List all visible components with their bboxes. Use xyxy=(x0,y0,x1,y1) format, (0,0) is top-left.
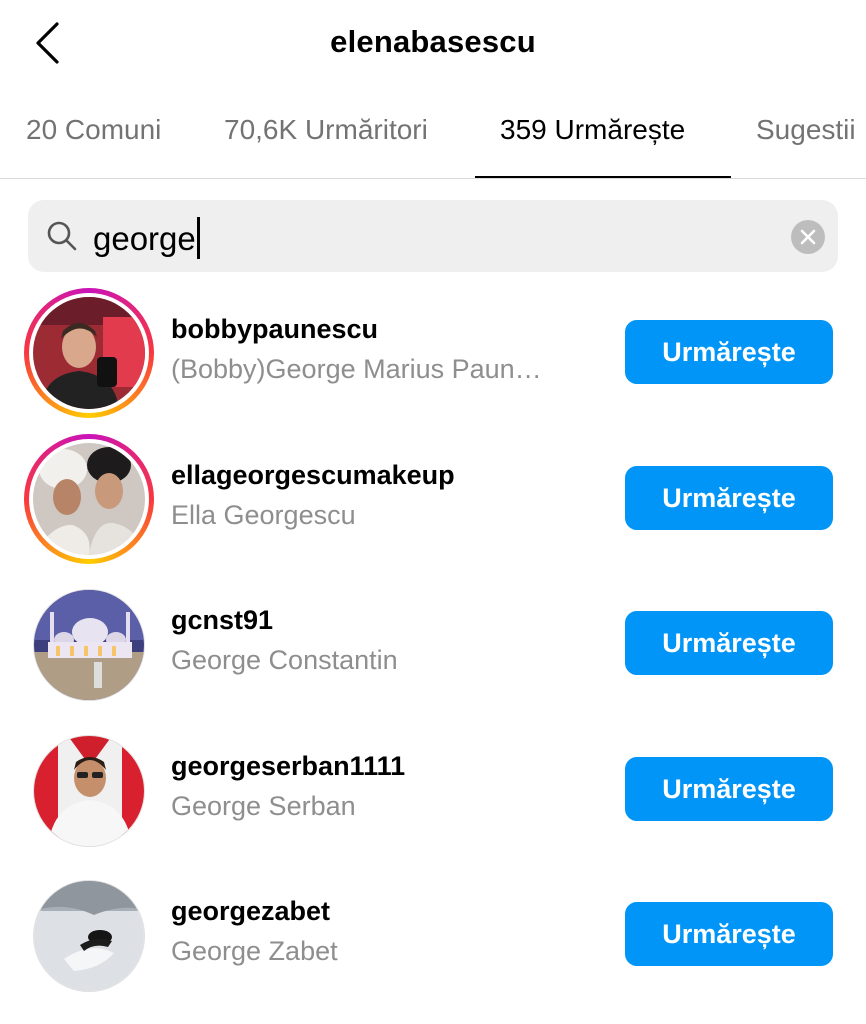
search-input[interactable]: george xyxy=(93,217,200,259)
search-field[interactable]: george xyxy=(28,200,838,272)
page-title: elenabasescu xyxy=(330,24,536,59)
clear-icon xyxy=(800,229,816,245)
tab-mutual[interactable]: 20 Comuni xyxy=(26,114,161,146)
username: georgeserban1111 xyxy=(171,751,406,781)
username: bobbypaunescu xyxy=(171,314,379,344)
active-tab-indicator xyxy=(475,176,731,178)
list-item[interactable]: georgeserban1111 George Serban Urmărește xyxy=(0,723,866,853)
search-icon xyxy=(47,221,77,251)
list-item[interactable]: bobbypaunescu (Bobby)George Marius Paun…… xyxy=(0,286,866,418)
follow-button[interactable]: Urmărește xyxy=(625,466,833,530)
text-cursor xyxy=(196,217,200,259)
tab-followers[interactable]: 70,6K Urmăritori xyxy=(224,114,428,146)
avatar xyxy=(33,297,145,409)
username: gcnst91 xyxy=(171,605,274,635)
full-name: George Serban xyxy=(171,791,356,821)
full-name: George Zabet xyxy=(171,936,338,966)
avatar xyxy=(33,443,145,555)
list-item[interactable]: gcnst91 George Constantin Urmărește xyxy=(0,577,866,707)
tab-bar: 20 Comuni 70,6K Urmăritori 359 Urmărește… xyxy=(0,92,866,179)
username: georgezabet xyxy=(171,896,331,926)
clear-search-button[interactable] xyxy=(791,220,825,254)
tab-suggestions[interactable]: Sugestii xyxy=(756,114,856,146)
tab-following[interactable]: 359 Urmărește xyxy=(500,114,685,146)
avatar xyxy=(33,880,145,992)
full-name: (Bobby)George Marius Paun… xyxy=(171,354,542,384)
top-bar: elenabasescu xyxy=(0,0,866,92)
full-name: George Constantin xyxy=(171,645,398,675)
follow-button[interactable]: Urmărește xyxy=(625,757,833,821)
follow-button[interactable]: Urmărește xyxy=(625,320,833,384)
story-ring[interactable] xyxy=(24,288,154,418)
search-query: george xyxy=(93,220,196,257)
list-item[interactable]: ellageorgescumakeup Ella Georgescu Urmăr… xyxy=(0,432,866,564)
username: ellageorgescumakeup xyxy=(171,460,455,490)
avatar xyxy=(33,589,145,701)
avatar xyxy=(33,735,145,847)
full-name: Ella Georgescu xyxy=(171,500,356,530)
follow-button[interactable]: Urmărește xyxy=(625,611,833,675)
story-ring[interactable] xyxy=(24,434,154,564)
list-item[interactable]: georgezabet George Zabet Urmărește xyxy=(0,868,866,998)
follow-button[interactable]: Urmărește xyxy=(625,902,833,966)
